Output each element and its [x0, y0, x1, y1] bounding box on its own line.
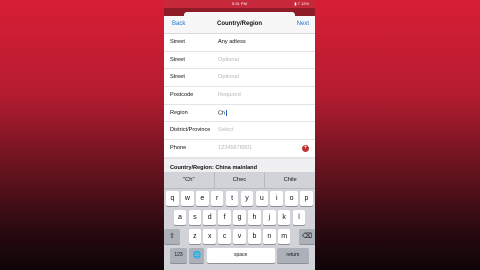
return-key[interactable]: return — [276, 248, 309, 263]
key-e[interactable]: e — [195, 191, 209, 206]
status-battery: ▮ 7 12% — [294, 1, 309, 6]
page-title: Country/Region — [217, 21, 262, 27]
district-row[interactable]: District/Province Select — [164, 122, 315, 141]
suggestion-item[interactable]: "Ch" — [164, 172, 214, 188]
key-c[interactable]: c — [218, 229, 231, 244]
key-u[interactable]: u — [255, 191, 269, 206]
key-y[interactable]: y — [240, 191, 254, 206]
region-row[interactable]: Region Ch — [164, 105, 315, 123]
status-bar: 5:31 PM ▮ 7 12% — [164, 0, 315, 8]
key-p[interactable]: p — [300, 191, 313, 206]
key-b[interactable]: b — [248, 229, 261, 244]
key-s[interactable]: s — [188, 210, 202, 225]
street2-label: Street — [170, 56, 185, 63]
country-region-label: Country/Region: China mainland — [170, 164, 258, 171]
phone-label: Phone — [170, 145, 187, 152]
globe-key[interactable]: 🌐 — [189, 248, 205, 263]
street2-input[interactable]: Optional — [218, 57, 239, 63]
key-j[interactable]: j — [262, 210, 276, 225]
key-a[interactable]: a — [173, 210, 187, 225]
region-input[interactable]: Ch — [218, 109, 228, 117]
street3-label: Street — [170, 74, 185, 81]
key-row-4: 123 🌐 space return — [164, 248, 315, 263]
suggestion-bar: "Ch" Chec Chile — [164, 172, 315, 189]
delete-key[interactable]: ⌫ — [299, 229, 315, 244]
street-row[interactable]: Street Any adtess — [164, 34, 315, 52]
key-l[interactable]: l — [292, 210, 306, 225]
street-input[interactable]: Any adtess — [218, 39, 246, 45]
key-row-1: qwertyuiop — [164, 191, 315, 206]
numbers-key[interactable]: 123 — [170, 248, 188, 263]
street2-row[interactable]: Street Optional — [164, 52, 315, 70]
key-z[interactable]: z — [188, 229, 202, 244]
key-i[interactable]: i — [270, 191, 284, 206]
phone-input[interactable]: 12345678901 — [218, 145, 252, 151]
shift-key[interactable]: ⇧ — [164, 229, 180, 244]
next-button[interactable]: Next — [297, 21, 309, 27]
suggestion-item[interactable]: Chile — [264, 172, 315, 188]
status-time: 5:31 PM — [232, 1, 247, 6]
text-cursor — [226, 109, 228, 116]
key-n[interactable]: n — [262, 229, 276, 244]
key-o[interactable]: o — [285, 191, 298, 206]
key-row-2: asdfghjkl — [164, 210, 315, 225]
suggestion-item[interactable]: Chec — [213, 172, 265, 188]
key-d[interactable]: d — [203, 210, 217, 225]
phone-row[interactable]: Phone 12345678901 + — [164, 140, 315, 158]
key-q[interactable]: q — [166, 191, 179, 206]
key-h[interactable]: h — [248, 210, 261, 225]
postcode-label: Postcode — [170, 92, 194, 99]
postcode-input[interactable]: Required — [218, 92, 241, 98]
street-label: Street — [170, 39, 185, 45]
key-v[interactable]: v — [233, 229, 246, 244]
keyboard: "Ch" Chec Chile qwertyuiop asdfghjkl ⇧ z… — [164, 172, 315, 270]
address-form: Street Any adtess Street Optional Street… — [164, 34, 315, 158]
key-t[interactable]: t — [225, 191, 239, 206]
key-w[interactable]: w — [181, 191, 194, 206]
phone-screen: 5:31 PM ▮ 7 12% Back Country/Region Next… — [164, 0, 315, 270]
key-g[interactable]: g — [233, 210, 246, 225]
street3-input[interactable]: Optional — [218, 74, 239, 80]
add-contact-icon[interactable]: + — [302, 145, 309, 153]
district-select[interactable]: Select — [218, 127, 234, 133]
key-row-3: ⇧ zxcvbnm ⌫ — [164, 229, 315, 244]
street3-row[interactable]: Street Optional — [164, 69, 315, 88]
key-f[interactable]: f — [218, 210, 231, 225]
nav-bar: Back Country/Region Next — [164, 16, 315, 34]
key-x[interactable]: x — [203, 229, 217, 244]
space-key[interactable]: space — [206, 248, 275, 263]
postcode-row[interactable]: Postcode Required — [164, 87, 315, 105]
sheet-backdrop — [164, 8, 315, 16]
key-k[interactable]: k — [277, 210, 291, 225]
key-m[interactable]: m — [277, 229, 291, 244]
letter-keys: zxcvbnm — [188, 229, 291, 244]
region-label: Region — [170, 109, 188, 116]
district-label: District/Province — [170, 127, 211, 134]
region-value: Ch — [218, 110, 226, 117]
key-r[interactable]: r — [210, 191, 224, 206]
